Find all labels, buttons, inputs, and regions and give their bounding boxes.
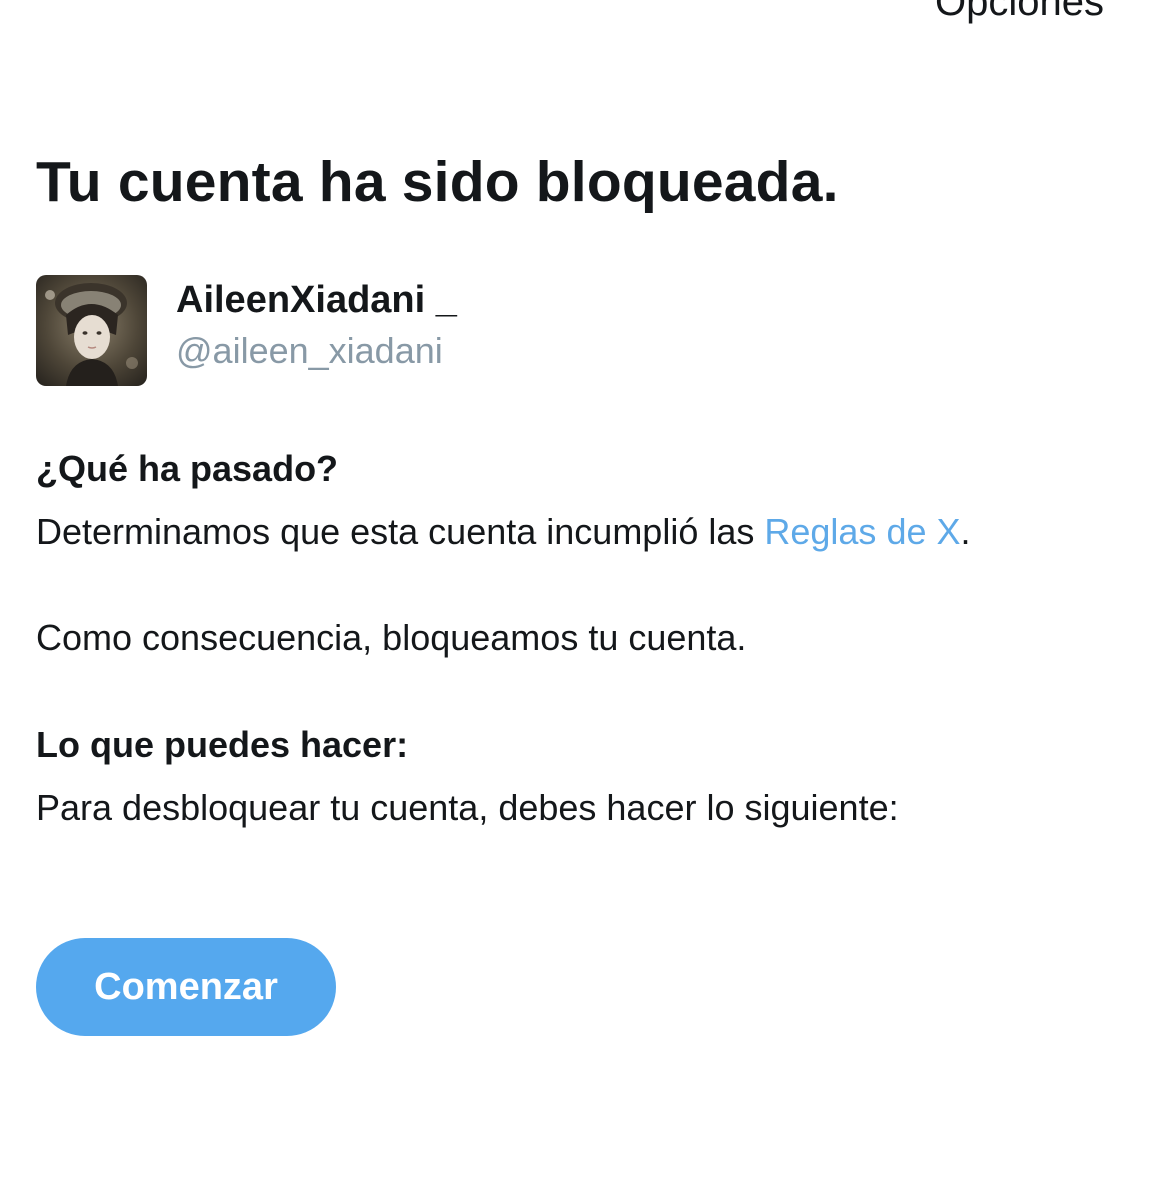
options-link[interactable]: Opciones xyxy=(935,0,1104,26)
consequence-paragraph: Como consecuencia, bloqueamos tu cuenta. xyxy=(36,617,747,658)
what-you-can-do-heading: Lo que puedes hacer: xyxy=(36,724,409,765)
start-button[interactable]: Comenzar xyxy=(36,938,336,1036)
page-title: Tu cuenta ha sido bloqueada. xyxy=(36,150,839,214)
avatar xyxy=(36,275,147,386)
unlock-instructions: Para desbloquear tu cuenta, debes hacer … xyxy=(36,787,899,828)
violation-paragraph: Determinamos que esta cuenta incumplió l… xyxy=(36,510,971,553)
violation-text: Determinamos que esta cuenta incumplió l… xyxy=(36,511,765,552)
account-handle: @aileen_xiadani xyxy=(176,330,443,371)
what-happened-heading: ¿Qué ha pasado? xyxy=(36,448,339,489)
display-name: AileenXiadani _ xyxy=(176,279,457,321)
rules-link[interactable]: Reglas de X xyxy=(764,511,960,552)
violation-text-end: . xyxy=(960,511,971,552)
